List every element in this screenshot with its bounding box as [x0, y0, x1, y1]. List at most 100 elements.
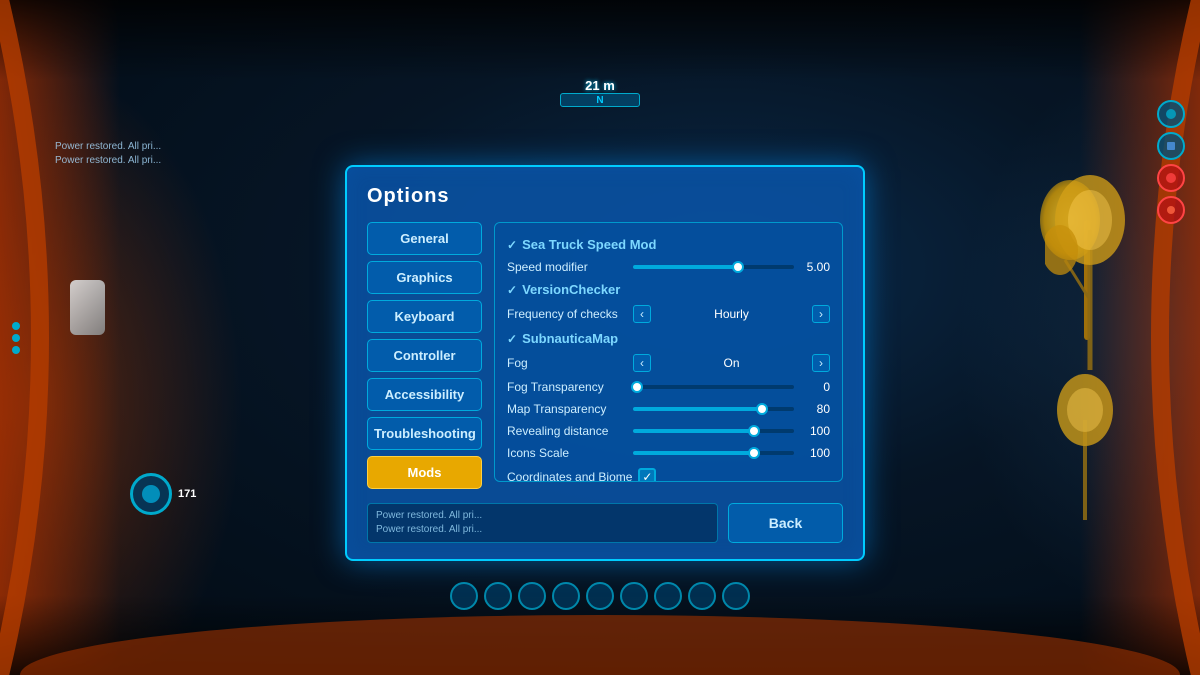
compass-bar: N	[560, 93, 640, 107]
checkbox-coordinates-biome[interactable]: ✓	[638, 468, 656, 482]
player-health-circle	[130, 473, 172, 515]
setting-label-coordinates-biome: Coordinates and Biome	[507, 470, 632, 482]
plant-svg-right2	[1050, 360, 1120, 520]
setting-label-map-transparency: Map Transparency	[507, 402, 627, 416]
slider-map-transparency[interactable]: 80	[633, 402, 830, 416]
hud-icon-4	[1157, 196, 1185, 224]
setting-row-revealing-distance: Revealing distance 100	[507, 424, 830, 438]
setting-label-revealing-distance: Revealing distance	[507, 424, 627, 438]
side-dot-3	[12, 346, 20, 354]
nav-btn-accessibility[interactable]: Accessibility	[367, 378, 482, 411]
setting-row-fog-transparency: Fog Transparency 0	[507, 380, 830, 394]
options-bottom: Power restored. All pri... Power restore…	[367, 503, 843, 543]
hud-icon-2-svg	[1164, 139, 1178, 153]
cycle-btn-left-fog[interactable]: ‹	[633, 354, 651, 372]
setting-row-coordinates-biome: Coordinates and Biome ✓	[507, 468, 830, 482]
setting-label-frequency: Frequency of checks	[507, 307, 627, 321]
hud-icon-3	[1157, 164, 1185, 192]
options-body: General Graphics Keyboard Controller Acc…	[367, 222, 843, 489]
game-log: Power restored. All pri... Power restore…	[55, 140, 161, 168]
nav-btn-keyboard[interactable]: Keyboard	[367, 300, 482, 333]
cycle-btn-left-frequency[interactable]: ‹	[633, 305, 651, 323]
slider-value-speed: 5.00	[800, 260, 830, 274]
setting-label-speed: Speed modifier	[507, 260, 627, 274]
ability-2	[484, 582, 512, 610]
slider-fill-icons-scale	[633, 451, 754, 455]
cycle-fog: ‹ On ›	[633, 354, 830, 372]
slider-fill-revealing-distance	[633, 429, 754, 433]
side-dot-1	[12, 322, 20, 330]
ability-5	[586, 582, 614, 610]
slider-track-icons-scale[interactable]	[633, 451, 794, 455]
ability-4	[552, 582, 580, 610]
back-button[interactable]: Back	[728, 503, 843, 543]
hud-icon-4-svg	[1164, 203, 1178, 217]
nav-btn-controller[interactable]: Controller	[367, 339, 482, 372]
side-icons-left	[12, 322, 20, 354]
hud-icon-3-svg	[1164, 171, 1178, 185]
options-log-line-2: Power restored. All pri...	[376, 523, 709, 537]
slider-thumb-fog-transparency[interactable]	[631, 381, 643, 393]
setting-row-map-transparency: Map Transparency 80	[507, 402, 830, 416]
slider-value-map-transparency: 80	[800, 402, 830, 416]
slider-track-speed[interactable]	[633, 265, 794, 269]
options-title: Options	[367, 185, 843, 208]
cycle-btn-right-fog[interactable]: ›	[812, 354, 830, 372]
nav-btn-general[interactable]: General	[367, 222, 482, 255]
player-icon	[140, 483, 162, 505]
ability-7	[654, 582, 682, 610]
ability-1	[450, 582, 478, 610]
slider-track-map-transparency[interactable]	[633, 407, 794, 411]
cycle-value-fog: On	[657, 356, 806, 370]
cycle-frequency: ‹ Hourly ›	[633, 305, 830, 323]
setting-row-frequency: Frequency of checks ‹ Hourly ›	[507, 305, 830, 323]
section-header-subnauticamap: SubnauticaMap	[507, 331, 830, 346]
nav-buttons: General Graphics Keyboard Controller Acc…	[367, 222, 482, 489]
slider-fill-speed	[633, 265, 738, 269]
cycle-btn-right-frequency[interactable]: ›	[812, 305, 830, 323]
ability-9	[722, 582, 750, 610]
slider-icons-scale[interactable]: 100	[633, 446, 830, 460]
slider-thumb-speed[interactable]	[732, 261, 744, 273]
setting-label-icons-scale: Icons Scale	[507, 446, 627, 460]
slider-value-revealing-distance: 100	[800, 424, 830, 438]
ability-3	[518, 582, 546, 610]
nav-btn-troubleshooting[interactable]: Troubleshooting	[367, 417, 482, 450]
content-panel[interactable]: Sea Truck Speed Mod Speed modifier 5.00 …	[494, 222, 843, 482]
setting-label-fog: Fog	[507, 356, 627, 370]
hud-icon-1-svg	[1164, 107, 1178, 121]
nav-btn-mods[interactable]: Mods	[367, 456, 482, 489]
options-log-line-1: Power restored. All pri...	[376, 509, 709, 523]
hud-icon-2	[1157, 132, 1185, 160]
vignette-top	[0, 0, 1200, 80]
hud-player: 171	[130, 473, 196, 515]
slider-fog-transparency[interactable]: 0	[633, 380, 830, 394]
options-dialog: Options General Graphics Keyboard Contro…	[345, 165, 865, 561]
options-log-panel: Power restored. All pri... Power restore…	[367, 503, 718, 543]
section-header-versionchecker: VersionChecker	[507, 282, 830, 297]
nav-btn-graphics[interactable]: Graphics	[367, 261, 482, 294]
slider-thumb-icons-scale[interactable]	[748, 447, 760, 459]
slider-fill-map-transparency	[633, 407, 762, 411]
setting-row-icons-scale: Icons Scale 100	[507, 446, 830, 460]
setting-row-speed: Speed modifier 5.00	[507, 260, 830, 274]
slider-value-icons-scale: 100	[800, 446, 830, 460]
hud-compass: 21 m N	[560, 78, 640, 107]
compass-direction: N	[596, 95, 603, 106]
hud-icons-top-right	[1157, 100, 1185, 224]
slider-track-fog-transparency[interactable]	[633, 385, 794, 389]
ability-8	[688, 582, 716, 610]
setting-row-fog: Fog ‹ On ›	[507, 354, 830, 372]
slider-revealing-distance[interactable]: 100	[633, 424, 830, 438]
slider-thumb-revealing-distance[interactable]	[748, 425, 760, 437]
cycle-value-frequency: Hourly	[657, 307, 806, 321]
setting-label-fog-transparency: Fog Transparency	[507, 380, 627, 394]
slider-value-fog-transparency: 0	[800, 380, 830, 394]
player-health-value: 171	[178, 488, 196, 500]
hud-abilities	[450, 582, 750, 610]
slider-track-revealing-distance[interactable]	[633, 429, 794, 433]
ability-6	[620, 582, 648, 610]
hud-icon-1	[1157, 100, 1185, 128]
slider-thumb-map-transparency[interactable]	[756, 403, 768, 415]
slider-speed[interactable]: 5.00	[633, 260, 830, 274]
